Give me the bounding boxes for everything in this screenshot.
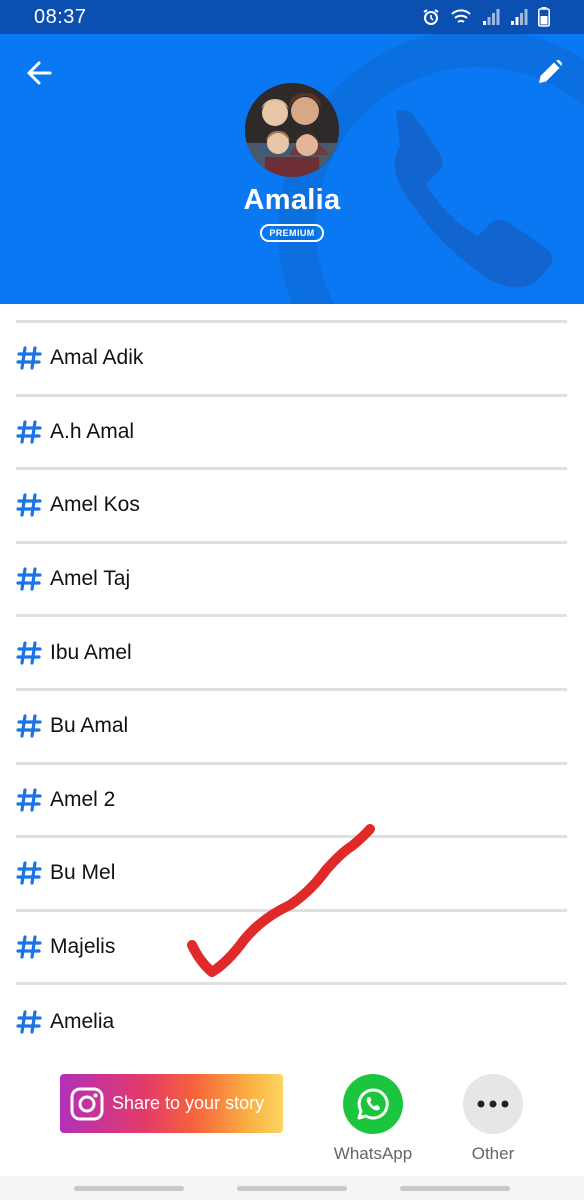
signal-icon bbox=[483, 9, 500, 25]
tag-list-item[interactable]: Amel Taj bbox=[16, 544, 567, 618]
other-share-button[interactable] bbox=[463, 1074, 523, 1134]
tag-list-item[interactable]: Amel 2 bbox=[16, 765, 567, 839]
tag-label: Ibu Amel bbox=[50, 640, 132, 664]
hashtag-icon bbox=[16, 1010, 42, 1034]
wifi-icon bbox=[451, 9, 471, 23]
arrow-left-icon bbox=[27, 61, 52, 85]
hashtag-icon bbox=[16, 788, 42, 812]
system-nav-bar bbox=[0, 1176, 584, 1200]
screen: 08:37 Amalia PREMIUM Amal Adik A.h Amal … bbox=[0, 0, 584, 1200]
tag-list-item[interactable]: Bu Amal bbox=[16, 691, 567, 765]
status-icons bbox=[422, 7, 550, 27]
tag-label: Amel Kos bbox=[50, 493, 140, 517]
share-to-story-label: Share to your story bbox=[112, 1093, 265, 1113]
tag-list-item[interactable]: Amel Kos bbox=[16, 470, 567, 544]
tag-label: Bu Amal bbox=[50, 714, 129, 738]
tag-list-item[interactable]: Majelis bbox=[16, 912, 567, 986]
hashtag-icon bbox=[16, 346, 42, 370]
tag-label: A.h Amal bbox=[50, 419, 135, 443]
nav-handle[interactable] bbox=[400, 1186, 510, 1191]
hashtag-icon bbox=[16, 641, 42, 665]
hashtag-icon bbox=[16, 935, 42, 959]
tag-list-item[interactable]: A.h Amal bbox=[16, 397, 567, 471]
instagram-icon bbox=[70, 1087, 104, 1120]
status-time: 08:37 bbox=[34, 5, 87, 28]
profile-header: Amalia PREMIUM bbox=[0, 34, 584, 304]
nav-handle[interactable] bbox=[74, 1186, 184, 1191]
tag-label: Amel Taj bbox=[50, 567, 131, 591]
back-button[interactable] bbox=[22, 56, 56, 90]
premium-badge: PREMIUM bbox=[260, 224, 324, 242]
pencil-icon bbox=[539, 60, 562, 83]
hashtag-icon bbox=[16, 567, 42, 591]
tag-label: Majelis bbox=[50, 935, 116, 959]
hashtag-icon bbox=[16, 861, 42, 886]
tag-label: Bu Mel bbox=[50, 861, 116, 885]
tag-list-item[interactable]: Amelia bbox=[16, 985, 567, 1059]
more-horizontal-icon bbox=[477, 1100, 509, 1108]
share-to-story-button[interactable]: Share to your story bbox=[60, 1074, 283, 1133]
whatsapp-label: WhatsApp bbox=[333, 1144, 413, 1163]
status-bar: 08:37 bbox=[0, 0, 584, 34]
tag-list-item[interactable]: Bu Mel bbox=[16, 838, 567, 912]
avatar[interactable] bbox=[245, 83, 339, 177]
tag-label: Amelia bbox=[50, 1010, 115, 1034]
whatsapp-button[interactable] bbox=[343, 1074, 403, 1134]
tag-label: Amal Adik bbox=[50, 346, 144, 370]
profile-name: Amalia bbox=[243, 184, 341, 216]
tag-list: Amal Adik A.h Amal Amel Kos Amel Taj Ibu Ame… bbox=[16, 320, 567, 1059]
hashtag-icon bbox=[16, 420, 42, 444]
hashtag-icon bbox=[16, 493, 42, 518]
signal-icon bbox=[511, 9, 528, 25]
edit-button[interactable] bbox=[532, 54, 568, 90]
nav-handle[interactable] bbox=[237, 1186, 347, 1191]
avatar-photo bbox=[245, 83, 339, 177]
whatsapp-icon bbox=[357, 1088, 389, 1120]
tag-label: Amel 2 bbox=[50, 787, 116, 811]
other-label: Other bbox=[471, 1144, 515, 1163]
hashtag-icon bbox=[16, 714, 42, 738]
alarm-icon bbox=[423, 9, 439, 25]
tag-list-item[interactable]: Amal Adik bbox=[16, 323, 567, 397]
battery-icon bbox=[538, 7, 550, 27]
tag-list-item[interactable]: Ibu Amel bbox=[16, 617, 567, 691]
